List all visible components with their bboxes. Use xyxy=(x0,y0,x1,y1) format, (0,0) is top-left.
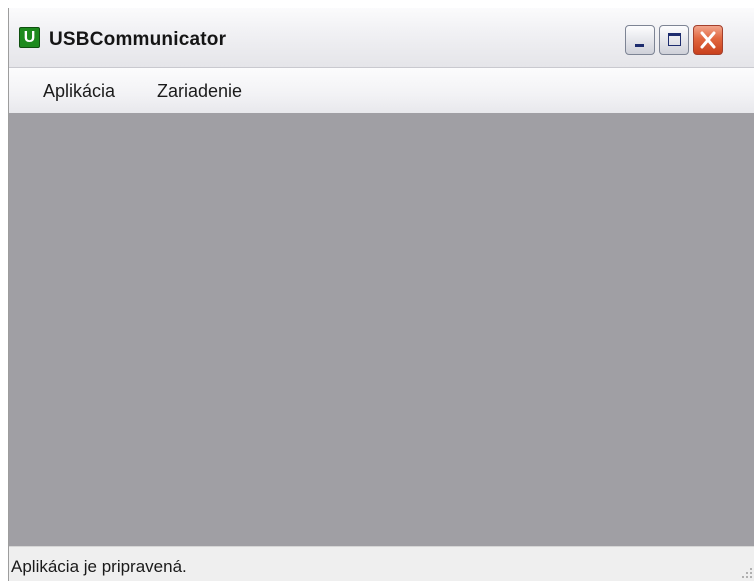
menu-item-aplikacia[interactable]: Aplikácia xyxy=(39,79,119,104)
minimize-button[interactable] xyxy=(625,25,655,55)
resize-grip-icon[interactable] xyxy=(737,563,754,581)
maximize-icon xyxy=(668,33,681,46)
client-area xyxy=(9,113,754,546)
title-bar[interactable]: U USBCommunicator xyxy=(9,8,754,68)
window-title: USBCommunicator xyxy=(49,29,227,50)
app-icon[interactable]: U xyxy=(19,27,40,48)
minimize-icon xyxy=(635,44,644,47)
status-text: Aplikácia je pripravená. xyxy=(11,557,187,576)
close-icon xyxy=(700,31,716,49)
menu-bar: Aplikácia Zariadenie xyxy=(9,68,754,113)
menu-item-zariadenie[interactable]: Zariadenie xyxy=(153,79,246,104)
status-bar: Aplikácia je pripravená. xyxy=(9,546,754,581)
maximize-button[interactable] xyxy=(659,25,689,55)
close-button[interactable] xyxy=(693,25,723,55)
main-window: U USBCommunicator Aplikácia Zariadenie A… xyxy=(8,8,754,581)
